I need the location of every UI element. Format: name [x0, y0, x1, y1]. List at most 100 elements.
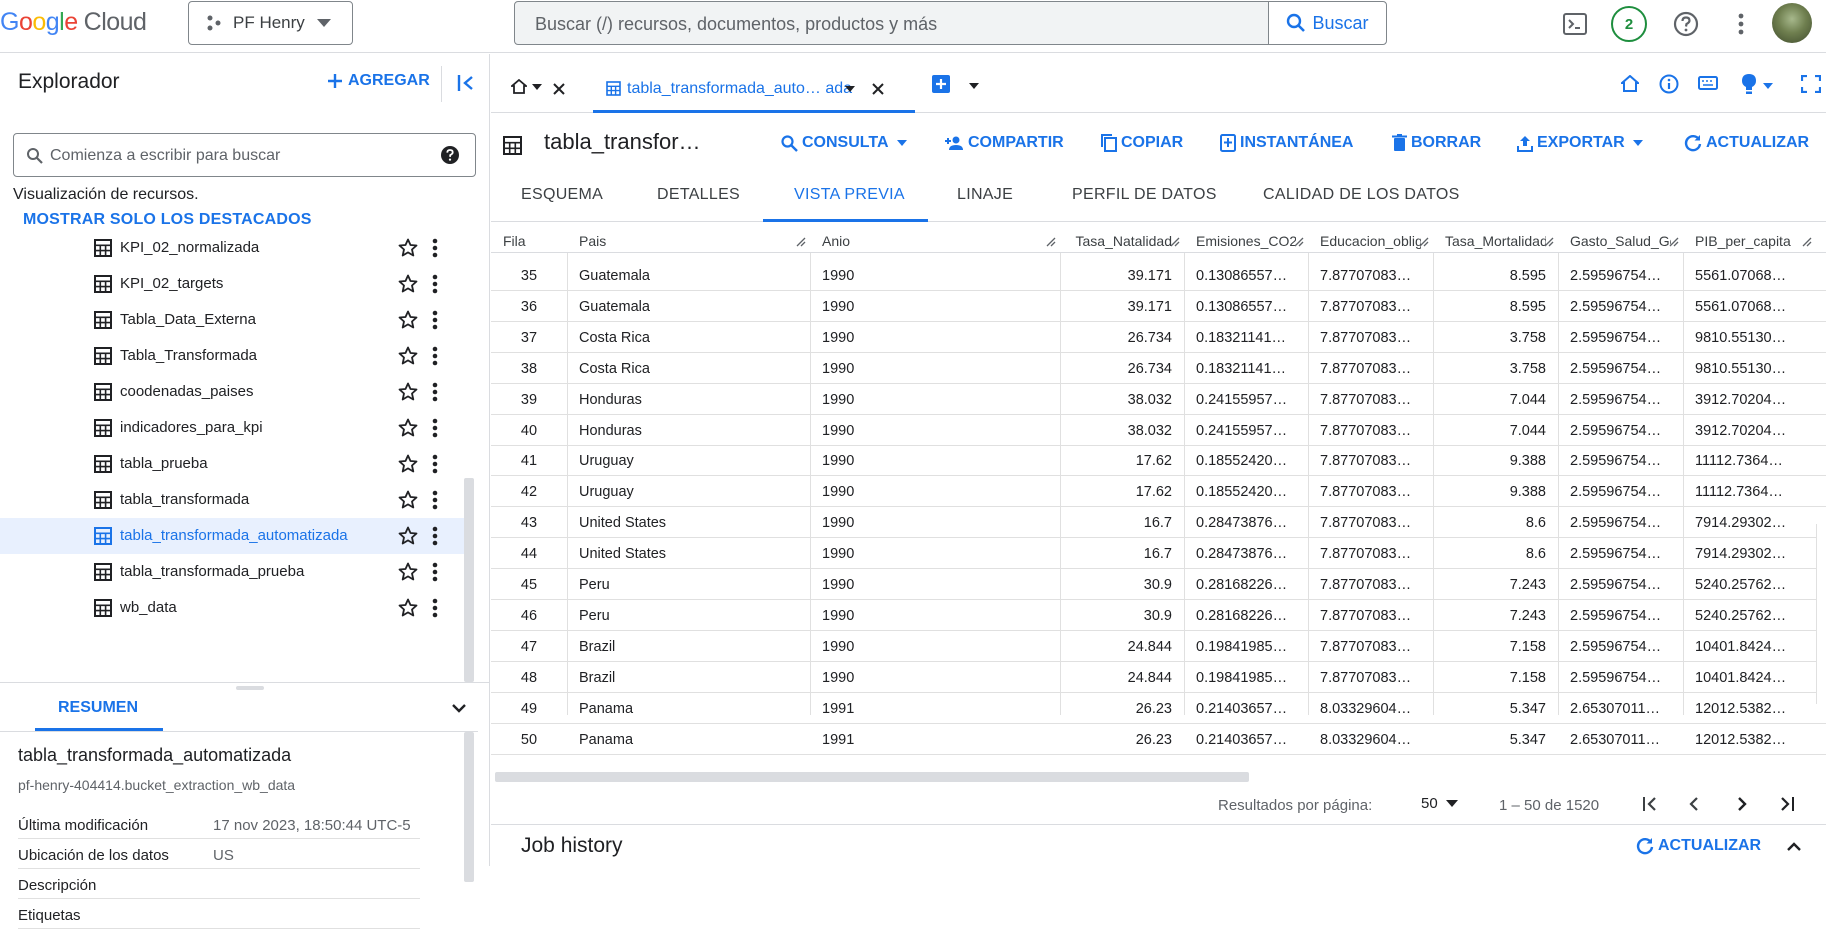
lightbulb-icon[interactable]	[1741, 73, 1757, 95]
tree-item-table[interactable]: KPI_02_targets	[0, 266, 466, 302]
query-button[interactable]: CONSULTA	[781, 134, 907, 152]
tree-item-table[interactable]: tabla_transformada_automatizada	[0, 518, 466, 554]
more-vert-icon[interactable]	[432, 346, 438, 366]
table-row[interactable]: 41 Uruguay 1990 17.62 0.18552420… 7.87707083……	[491, 445, 1826, 477]
show-starred-link[interactable]: MOSTRAR SOLO LOS DESTACADOS	[23, 211, 312, 229]
table-row[interactable]: 50 Panama 1991 26.23 0.21403657… 8.03329604… 5…	[491, 724, 1826, 755]
star-icon[interactable]	[398, 274, 418, 293]
home-icon[interactable]	[1621, 75, 1639, 92]
star-icon[interactable]	[398, 526, 418, 545]
star-icon[interactable]	[398, 346, 418, 365]
close-icon[interactable]	[871, 82, 885, 96]
chevron-up-icon[interactable]	[1786, 842, 1802, 852]
more-vert-icon[interactable]	[432, 418, 438, 438]
tab-preview[interactable]: VISTA PREVIA	[794, 186, 905, 204]
keyboard-icon[interactable]	[1698, 76, 1718, 90]
tab-details[interactable]: DETALLES	[657, 186, 740, 204]
export-button[interactable]: EXPORTAR	[1517, 134, 1643, 152]
column-header[interactable]: Tasa_Mortalidad	[1445, 233, 1546, 249]
notifications-badge[interactable]: 2	[1611, 6, 1647, 42]
table-row[interactable]: 49 Panama 1991 26.23 0.21403657… 8.03329604… 5…	[491, 693, 1826, 724]
collapse-panel-icon[interactable]	[456, 73, 478, 93]
tree-item-table[interactable]: coodenadas_paises	[0, 374, 466, 410]
dropdown-arrow-icon[interactable]	[969, 83, 979, 89]
column-header[interactable]: Pais	[579, 233, 798, 249]
star-icon[interactable]	[398, 238, 418, 257]
column-header[interactable]: Fila	[503, 233, 555, 249]
home-tab-icon[interactable]	[511, 79, 527, 94]
dropdown-arrow-icon[interactable]	[532, 84, 542, 90]
table-row[interactable]: 45 Peru 1990 30.9 0.28168226… 7.87707083… 7.24…	[491, 569, 1826, 600]
column-header[interactable]: Emisiones_CO2	[1196, 233, 1296, 249]
tree-item-table[interactable]: Tabla_Data_Externa	[0, 302, 466, 338]
tab-lineage[interactable]: LINAJE	[957, 186, 1013, 204]
more-vert-icon[interactable]	[432, 598, 438, 618]
tree-item-table[interactable]: indicadores_para_kpi	[0, 410, 466, 446]
chevron-down-icon[interactable]	[451, 703, 467, 713]
table-row[interactable]: 44 United States 1990 16.7 0.28473876… 7.8770…	[491, 538, 1826, 570]
star-icon[interactable]	[398, 562, 418, 581]
next-page-icon[interactable]	[1737, 796, 1749, 812]
close-icon[interactable]	[552, 82, 566, 96]
tree-item-table[interactable]: tabla_transformada	[0, 482, 466, 518]
previous-page-icon[interactable]	[1687, 796, 1699, 812]
dropdown-arrow-icon[interactable]	[845, 86, 855, 92]
column-header[interactable]: Anio	[822, 233, 1048, 249]
last-page-icon[interactable]	[1779, 796, 1795, 812]
delete-button[interactable]: BORRAR	[1392, 134, 1481, 152]
table-row[interactable]: 47 Brazil 1990 24.844 0.19841985… 7.87707083……	[491, 631, 1826, 662]
column-header[interactable]: Gasto_Salud_Go	[1570, 233, 1671, 249]
table-row[interactable]: 36 Guatemala 1990 39.171 0.13086557… 7.877070…	[491, 291, 1826, 322]
table-row[interactable]: 40 Honduras 1990 38.032 0.24155957… 7.8770708…	[491, 415, 1826, 446]
resize-handle[interactable]	[236, 686, 264, 690]
fullscreen-icon[interactable]	[1801, 75, 1821, 93]
vertical-scrollbar[interactable]	[1816, 524, 1826, 704]
avatar[interactable]	[1772, 3, 1812, 43]
tab-data-quality[interactable]: CALIDAD DE LOS DATOS	[1263, 186, 1460, 204]
more-vert-icon[interactable]	[432, 238, 438, 258]
tree-item-table[interactable]: tabla_transformada_prueba	[0, 554, 466, 590]
more-vert-icon[interactable]	[432, 562, 438, 582]
help-icon[interactable]	[1668, 6, 1704, 42]
star-icon[interactable]	[398, 418, 418, 437]
more-vert-icon[interactable]	[432, 526, 438, 546]
tab-schema[interactable]: ESQUEMA	[521, 186, 603, 204]
snapshot-button[interactable]: INSTANTÁNEA	[1220, 134, 1353, 152]
table-row[interactable]: 38 Costa Rica 1990 26.734 0.18321141… 7.87707…	[491, 353, 1826, 384]
column-resize-icon[interactable]	[1046, 237, 1056, 247]
add-button[interactable]: AGREGAR	[326, 72, 430, 90]
table-row[interactable]: 35 Guatemala 1990 39.171 0.13086557… 7.877070…	[491, 260, 1826, 291]
project-selector[interactable]: PF Henry	[188, 1, 353, 45]
per-page-select[interactable]: 50	[1421, 795, 1458, 812]
new-query-icon[interactable]	[931, 74, 951, 94]
search-button[interactable]: Buscar	[1268, 2, 1386, 44]
more-vert-icon[interactable]	[432, 310, 438, 330]
table-row[interactable]: 37 Costa Rica 1990 26.734 0.18321141… 7.87707…	[491, 322, 1826, 353]
star-icon[interactable]	[398, 310, 418, 329]
column-resize-icon[interactable]	[1669, 237, 1679, 247]
more-vert-icon[interactable]	[432, 490, 438, 510]
column-header[interactable]: PIB_per_capita	[1695, 233, 1804, 249]
tab-resumen[interactable]: RESUMEN	[58, 699, 138, 717]
table-row[interactable]: 43 United States 1990 16.7 0.28473876… 7.8770…	[491, 507, 1826, 539]
share-button[interactable]: COMPARTIR	[944, 134, 1064, 152]
star-icon[interactable]	[398, 598, 418, 617]
help-icon[interactable]	[440, 145, 460, 165]
tree-item-table[interactable]: wb_data	[0, 590, 466, 626]
tree-scrollbar[interactable]	[464, 478, 474, 682]
global-search[interactable]: Buscar (/) recursos, documentos, product…	[514, 1, 1387, 45]
info-icon[interactable]	[1659, 74, 1679, 94]
more-vert-icon[interactable]	[432, 382, 438, 402]
star-icon[interactable]	[398, 454, 418, 473]
dropdown-arrow-icon[interactable]	[1763, 83, 1773, 89]
more-vert-icon[interactable]	[432, 274, 438, 294]
first-page-icon[interactable]	[1642, 796, 1658, 812]
tab-table-preview[interactable]: tabla_transformada_auto… ada	[593, 62, 915, 113]
refresh-button[interactable]: ACTUALIZAR	[1684, 134, 1809, 152]
table-row[interactable]: 42 Uruguay 1990 17.62 0.18552420… 7.87707083……	[491, 476, 1826, 508]
copy-button[interactable]: COPIAR	[1101, 134, 1183, 152]
summary-scrollbar[interactable]	[464, 732, 474, 882]
column-resize-icon[interactable]	[796, 237, 806, 247]
column-header[interactable]: Educacion_oblig	[1320, 233, 1421, 249]
horizontal-scrollbar[interactable]	[495, 772, 1249, 782]
